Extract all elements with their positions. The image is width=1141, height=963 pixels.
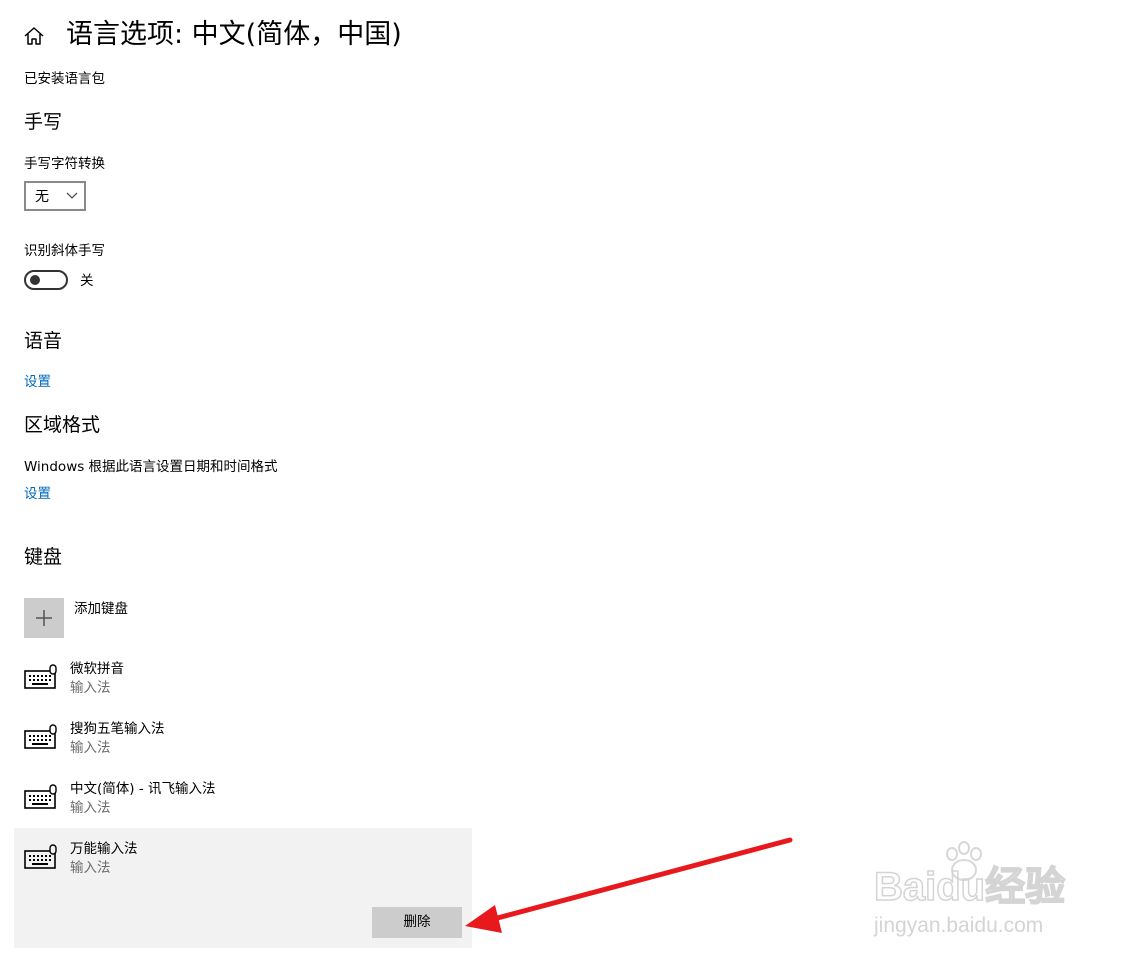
add-keyboard-label[interactable]: 添加键盘	[74, 600, 128, 618]
keyboard-type: 输入法	[70, 680, 111, 696]
annotation-arrow-icon	[465, 837, 793, 933]
keyboard-type: 输入法	[70, 740, 111, 756]
handwriting-conversion-label: 手写字符转换	[24, 156, 105, 172]
keyboard-icon	[24, 724, 57, 749]
keyboard-name: 万能输入法	[70, 841, 138, 857]
list-item[interactable]: 搜狗五笔输入法 输入法	[24, 720, 464, 760]
handwriting-heading: 手写	[24, 111, 63, 133]
page-title: 语言选项: 中文(简体，中国)	[66, 19, 402, 50]
list-item[interactable]: 微软拼音 输入法	[24, 660, 464, 700]
region-format-description: Windows 根据此语言设置日期和时间格式	[24, 459, 278, 475]
list-item-selected[interactable]: 万能输入法 输入法	[24, 840, 464, 880]
watermark-url: jingyan.baidu.com	[873, 914, 1043, 937]
keyboard-heading: 键盘	[24, 546, 63, 568]
handwriting-conversion-select[interactable]: 无	[24, 181, 86, 211]
plus-icon	[36, 610, 52, 626]
keyboard-icon	[24, 664, 57, 689]
keyboard-name: 中文(简体) - 讯飞输入法	[70, 781, 216, 797]
installed-language-pack-label: 已安装语言包	[24, 71, 105, 87]
watermark-brand: Baidu经验	[874, 865, 1065, 909]
cursive-handwriting-toggle[interactable]	[24, 270, 68, 290]
region-format-heading: 区域格式	[24, 414, 101, 436]
cursive-handwriting-label: 识别斜体手写	[24, 243, 105, 259]
keyboard-name: 搜狗五笔输入法	[70, 721, 165, 737]
chevron-down-icon	[66, 192, 78, 199]
keyboard-type: 输入法	[70, 800, 111, 816]
keyboard-type: 输入法	[70, 860, 111, 876]
remove-keyboard-button[interactable]: 删除	[372, 907, 462, 938]
home-icon[interactable]	[22, 24, 46, 48]
add-keyboard-button[interactable]	[24, 598, 64, 638]
toggle-state-label: 关	[80, 273, 94, 289]
speech-settings-link[interactable]: 设置	[24, 373, 51, 391]
list-item[interactable]: 中文(简体) - 讯飞输入法 输入法	[24, 780, 464, 820]
keyboard-icon	[24, 784, 57, 809]
speech-heading: 语音	[24, 330, 63, 352]
region-settings-link[interactable]: 设置	[24, 485, 51, 503]
select-value: 无	[35, 189, 49, 205]
keyboard-name: 微软拼音	[70, 661, 124, 677]
baidu-watermark-logo: Baidu经验 jingyan.baidu.com	[873, 841, 1066, 937]
keyboard-icon	[24, 844, 57, 869]
toggle-knob	[30, 275, 40, 285]
